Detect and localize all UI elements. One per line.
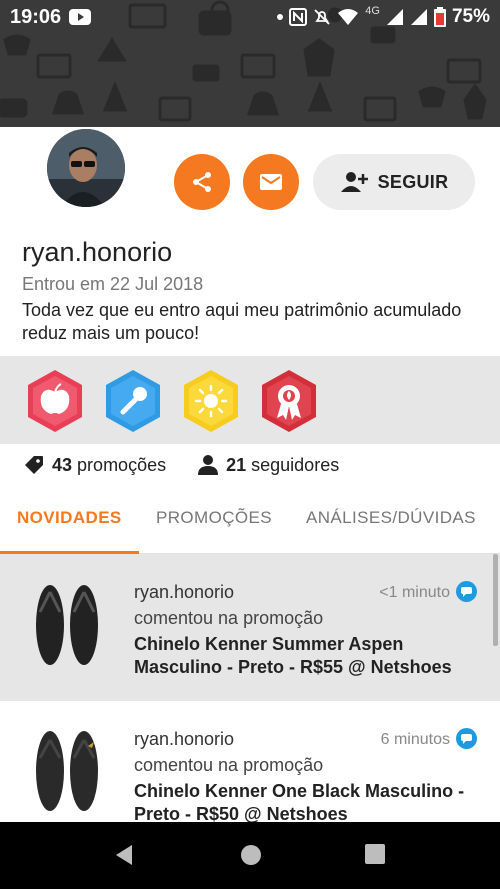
profile-header-banner: 19:06 4G 75% xyxy=(0,0,500,127)
message-button[interactable] xyxy=(243,154,299,210)
followers-stat[interactable]: 21 seguidores xyxy=(198,455,339,476)
comment-bubble-icon xyxy=(456,581,477,602)
followers-label: seguidores xyxy=(251,454,340,475)
back-icon[interactable] xyxy=(114,844,134,866)
add-person-icon xyxy=(340,172,368,192)
apple-badge-icon[interactable] xyxy=(25,368,85,434)
followers-count: 21 xyxy=(226,454,247,475)
feed-item-action: comentou na promoção xyxy=(134,608,324,628)
profile-tabs: NOVIDADES PROMOÇÕES ANÁLISES/DÚVIDAS xyxy=(0,486,500,554)
follow-label: SEGUIR xyxy=(377,171,449,192)
battery-level: 75% xyxy=(451,6,490,27)
home-icon[interactable] xyxy=(240,844,262,866)
product-thumbnail xyxy=(36,731,98,811)
tab-novidades[interactable]: NOVIDADES xyxy=(17,508,122,528)
profile-stats: 43 promoções 21 seguidores xyxy=(0,444,500,486)
person-icon xyxy=(198,455,219,475)
feed-item-title[interactable]: Chinelo Kenner Summer Aspen Masculino - … xyxy=(134,633,474,679)
scrollbar[interactable] xyxy=(493,554,498,646)
promotions-stat[interactable]: 43 promoções xyxy=(24,455,166,476)
recents-icon[interactable] xyxy=(365,844,385,864)
tab-promocoes[interactable]: PROMOÇÕES xyxy=(156,508,272,528)
sun-badge-icon[interactable] xyxy=(181,368,241,434)
nfc-icon xyxy=(289,8,308,26)
system-navigation-bar xyxy=(0,822,500,889)
share-icon xyxy=(193,172,211,192)
product-thumbnail xyxy=(36,585,98,665)
mail-icon xyxy=(260,174,282,190)
feed-item-action: comentou na promoção xyxy=(134,755,324,775)
feed-item-time: <1 minuto xyxy=(379,584,450,601)
list-item[interactable]: ryan.honorio 6 minutos comentou na promo… xyxy=(0,702,500,822)
mute-icon xyxy=(314,9,330,25)
promotions-label: promoções xyxy=(77,454,167,475)
microphone-badge-icon[interactable] xyxy=(103,368,163,434)
tab-analises-duvidas[interactable]: ANÁLISES/DÚVIDAS xyxy=(306,508,476,528)
profile-card: SEGUIR ryan.honorio Entrou em 22 Jul 201… xyxy=(0,127,500,356)
profile-bio: Toda vez que eu entro aqui meu patrimôni… xyxy=(22,300,462,343)
notification-dot-icon xyxy=(277,14,284,20)
signal-icon-2 xyxy=(410,9,427,25)
promotions-count: 43 xyxy=(52,454,73,475)
status-bar: 19:06 4G 75% xyxy=(0,0,500,34)
avatar[interactable] xyxy=(47,129,125,207)
profile-joined-date: Entrou em 22 Jul 2018 xyxy=(22,274,204,294)
signal-icon xyxy=(386,9,403,25)
profile-username: ryan.honorio xyxy=(22,237,173,267)
wifi-icon xyxy=(338,9,359,25)
feed-item-user[interactable]: ryan.honorio xyxy=(134,582,234,603)
feed-item-title[interactable]: Chinelo Kenner One Black Masculino - Pre… xyxy=(134,780,474,822)
status-time: 19:06 xyxy=(10,5,62,28)
avatar-person-icon xyxy=(47,129,125,207)
feed-item-time: 6 minutos xyxy=(380,731,450,748)
award-ribbon-badge-icon[interactable] xyxy=(259,368,319,434)
feed-item-user[interactable]: ryan.honorio xyxy=(134,729,234,750)
comment-bubble-icon xyxy=(456,728,477,749)
badges-row xyxy=(0,356,500,444)
tag-icon xyxy=(25,456,43,474)
activity-feed[interactable]: ryan.honorio <1 minuto comentou na promo… xyxy=(0,554,500,822)
network-type: 4G xyxy=(365,5,380,17)
share-button[interactable] xyxy=(174,154,230,210)
list-item[interactable]: ryan.honorio <1 minuto comentou na promo… xyxy=(0,554,500,701)
battery-icon xyxy=(433,7,446,27)
youtube-icon xyxy=(69,9,92,25)
follow-button[interactable]: SEGUIR xyxy=(313,154,475,210)
